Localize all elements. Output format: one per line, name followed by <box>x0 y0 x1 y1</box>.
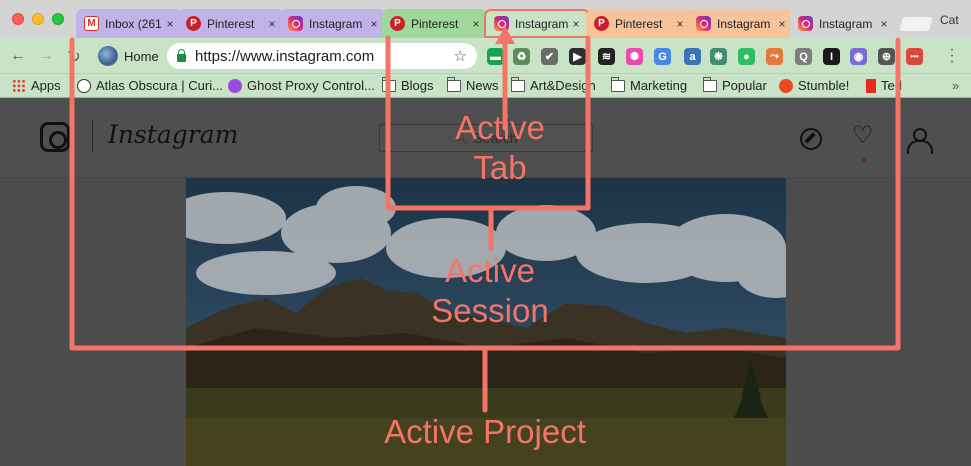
active-session-label-text: Active Session <box>431 252 549 329</box>
active-tab-arrowhead <box>495 26 515 44</box>
active-project-label: Active Project <box>360 412 610 452</box>
annotation-overlay <box>69 26 901 413</box>
active-tab-label: Active Tab <box>430 108 570 188</box>
active-tab-label-text: Active Tab <box>455 109 545 186</box>
active-session-label: Active Session <box>410 251 570 331</box>
active-project-label-text: Active Project <box>384 413 586 450</box>
